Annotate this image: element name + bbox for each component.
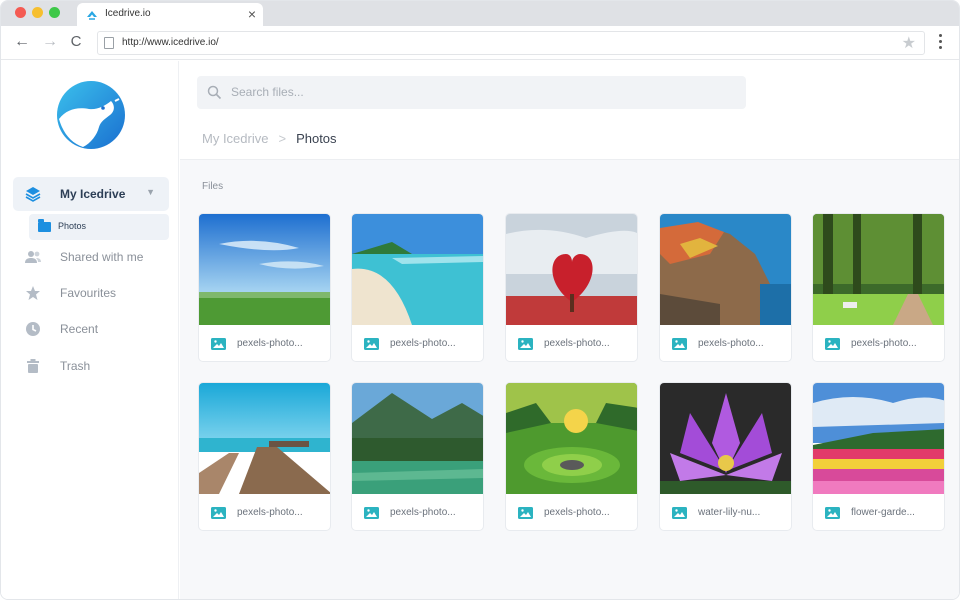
sidebar-item-label: Trash <box>60 359 91 373</box>
file-thumbnail <box>660 383 791 494</box>
clock-icon <box>26 322 40 336</box>
main-header: My Icedrive > Photos <box>180 61 959 160</box>
file-thumbnail <box>199 214 330 325</box>
browser-window: Icedrive.io × ← → C http://www.icedrive.… <box>0 0 960 600</box>
page-icon <box>104 37 114 49</box>
browser-tab[interactable]: Icedrive.io × <box>77 3 263 26</box>
main-content: My Icedrive > Photos Files pexels-photo... <box>180 61 959 599</box>
sidebar-item-recent[interactable]: Recent <box>13 312 169 346</box>
file-thumbnail <box>352 383 483 494</box>
image-file-icon <box>518 507 533 519</box>
address-bar[interactable]: http://www.icedrive.io/ ★ <box>97 31 925 55</box>
file-name: pexels-photo... <box>237 507 303 518</box>
image-file-icon <box>825 507 840 519</box>
image-file-icon <box>672 338 687 350</box>
sidebar: My Icedrive ▼ Photos Shared with me Favo… <box>1 61 179 599</box>
file-thumbnail <box>199 383 330 494</box>
sidebar-item-label: Shared with me <box>60 250 144 264</box>
file-name: flower-garde... <box>851 507 915 518</box>
breadcrumb-separator-icon: > <box>278 131 287 146</box>
file-name-row: pexels-photo... <box>813 325 944 361</box>
file-card[interactable]: pexels-photo... <box>505 382 638 531</box>
file-card[interactable]: flower-garde... <box>812 382 945 531</box>
file-name: pexels-photo... <box>544 338 610 349</box>
file-name: pexels-photo... <box>851 338 917 349</box>
maximize-window-button[interactable] <box>49 7 60 18</box>
file-name-row: pexels-photo... <box>660 325 791 361</box>
icedrive-logo <box>57 81 125 149</box>
file-thumbnail <box>813 383 944 494</box>
sidebar-item-shared[interactable]: Shared with me <box>13 240 169 274</box>
file-thumbnail <box>506 383 637 494</box>
forward-arrow-icon[interactable]: → <box>41 33 59 51</box>
close-window-button[interactable] <box>15 7 26 18</box>
file-name-row: pexels-photo... <box>506 494 637 530</box>
file-name: water-lily-nu... <box>698 507 761 518</box>
sidebar-item-label: Favourites <box>60 286 117 300</box>
browser-toolbar: ← → C http://www.icedrive.io/ ★ <box>1 26 959 60</box>
image-file-icon <box>211 507 226 519</box>
file-name-row: water-lily-nu... <box>660 494 791 530</box>
search-icon <box>207 85 222 100</box>
sidebar-item-label: Recent <box>60 322 99 336</box>
file-card[interactable]: pexels-photo... <box>198 382 331 531</box>
back-arrow-icon[interactable]: ← <box>13 33 31 51</box>
sidebar-item-trash[interactable]: Trash <box>13 349 169 383</box>
image-file-icon <box>211 338 226 350</box>
file-thumbnail <box>660 214 791 325</box>
image-file-icon <box>364 507 379 519</box>
file-name: pexels-photo... <box>237 338 303 349</box>
file-card[interactable]: pexels-photo... <box>659 213 792 362</box>
file-name: pexels-photo... <box>544 507 610 518</box>
file-name-row: pexels-photo... <box>352 325 483 361</box>
search-input[interactable] <box>231 82 731 102</box>
image-file-icon <box>672 507 687 519</box>
sidebar-item-favourites[interactable]: Favourites <box>13 276 169 310</box>
file-name-row: pexels-photo... <box>352 494 483 530</box>
sidebar-subitem-label: Photos <box>58 221 87 231</box>
bookmark-star-icon[interactable]: ★ <box>902 33 916 53</box>
search-box[interactable] <box>197 76 746 109</box>
tab-close-icon[interactable]: × <box>248 6 256 22</box>
file-thumbnail <box>506 214 637 325</box>
image-file-icon <box>825 338 840 350</box>
file-thumbnail <box>813 214 944 325</box>
tab-bar: Icedrive.io × <box>1 1 959 26</box>
file-card[interactable]: pexels-photo... <box>351 213 484 362</box>
file-name-row: pexels-photo... <box>506 325 637 361</box>
file-name-row: flower-garde... <box>813 494 944 530</box>
star-icon <box>26 286 40 300</box>
reload-icon[interactable]: C <box>67 33 85 51</box>
browser-menu-icon[interactable] <box>935 34 945 52</box>
chevron-down-icon[interactable]: ▼ <box>146 187 155 197</box>
folder-icon <box>38 219 51 232</box>
file-name: pexels-photo... <box>390 507 456 518</box>
file-name-row: pexels-photo... <box>199 325 330 361</box>
files-section-label: Files <box>202 181 224 192</box>
file-name-row: pexels-photo... <box>199 494 330 530</box>
file-card[interactable]: pexels-photo... <box>505 213 638 362</box>
sidebar-item-label: My Icedrive <box>60 187 126 201</box>
breadcrumb-root[interactable]: My Icedrive <box>202 131 268 146</box>
file-card[interactable]: pexels-photo... <box>198 213 331 362</box>
minimize-window-button[interactable] <box>32 7 43 18</box>
file-card[interactable]: pexels-photo... <box>351 382 484 531</box>
url-text[interactable]: http://www.icedrive.io/ <box>122 37 219 48</box>
file-name: pexels-photo... <box>390 338 456 349</box>
file-card[interactable]: water-lily-nu... <box>659 382 792 531</box>
sidebar-item-my-icedrive[interactable]: My Icedrive ▼ <box>13 177 169 211</box>
file-thumbnail <box>352 214 483 325</box>
image-file-icon <box>364 338 379 350</box>
users-icon <box>25 251 41 263</box>
breadcrumb-current: Photos <box>296 131 337 146</box>
file-card[interactable]: pexels-photo... <box>812 213 945 362</box>
image-file-icon <box>518 338 533 350</box>
trash-icon <box>27 359 39 373</box>
breadcrumb: My Icedrive > Photos <box>202 131 337 146</box>
tab-title: Icedrive.io <box>105 8 151 19</box>
layers-icon <box>25 187 41 202</box>
icedrive-favicon-icon <box>87 11 97 20</box>
sidebar-subitem-photos[interactable]: Photos <box>29 214 169 240</box>
file-name: pexels-photo... <box>698 338 764 349</box>
